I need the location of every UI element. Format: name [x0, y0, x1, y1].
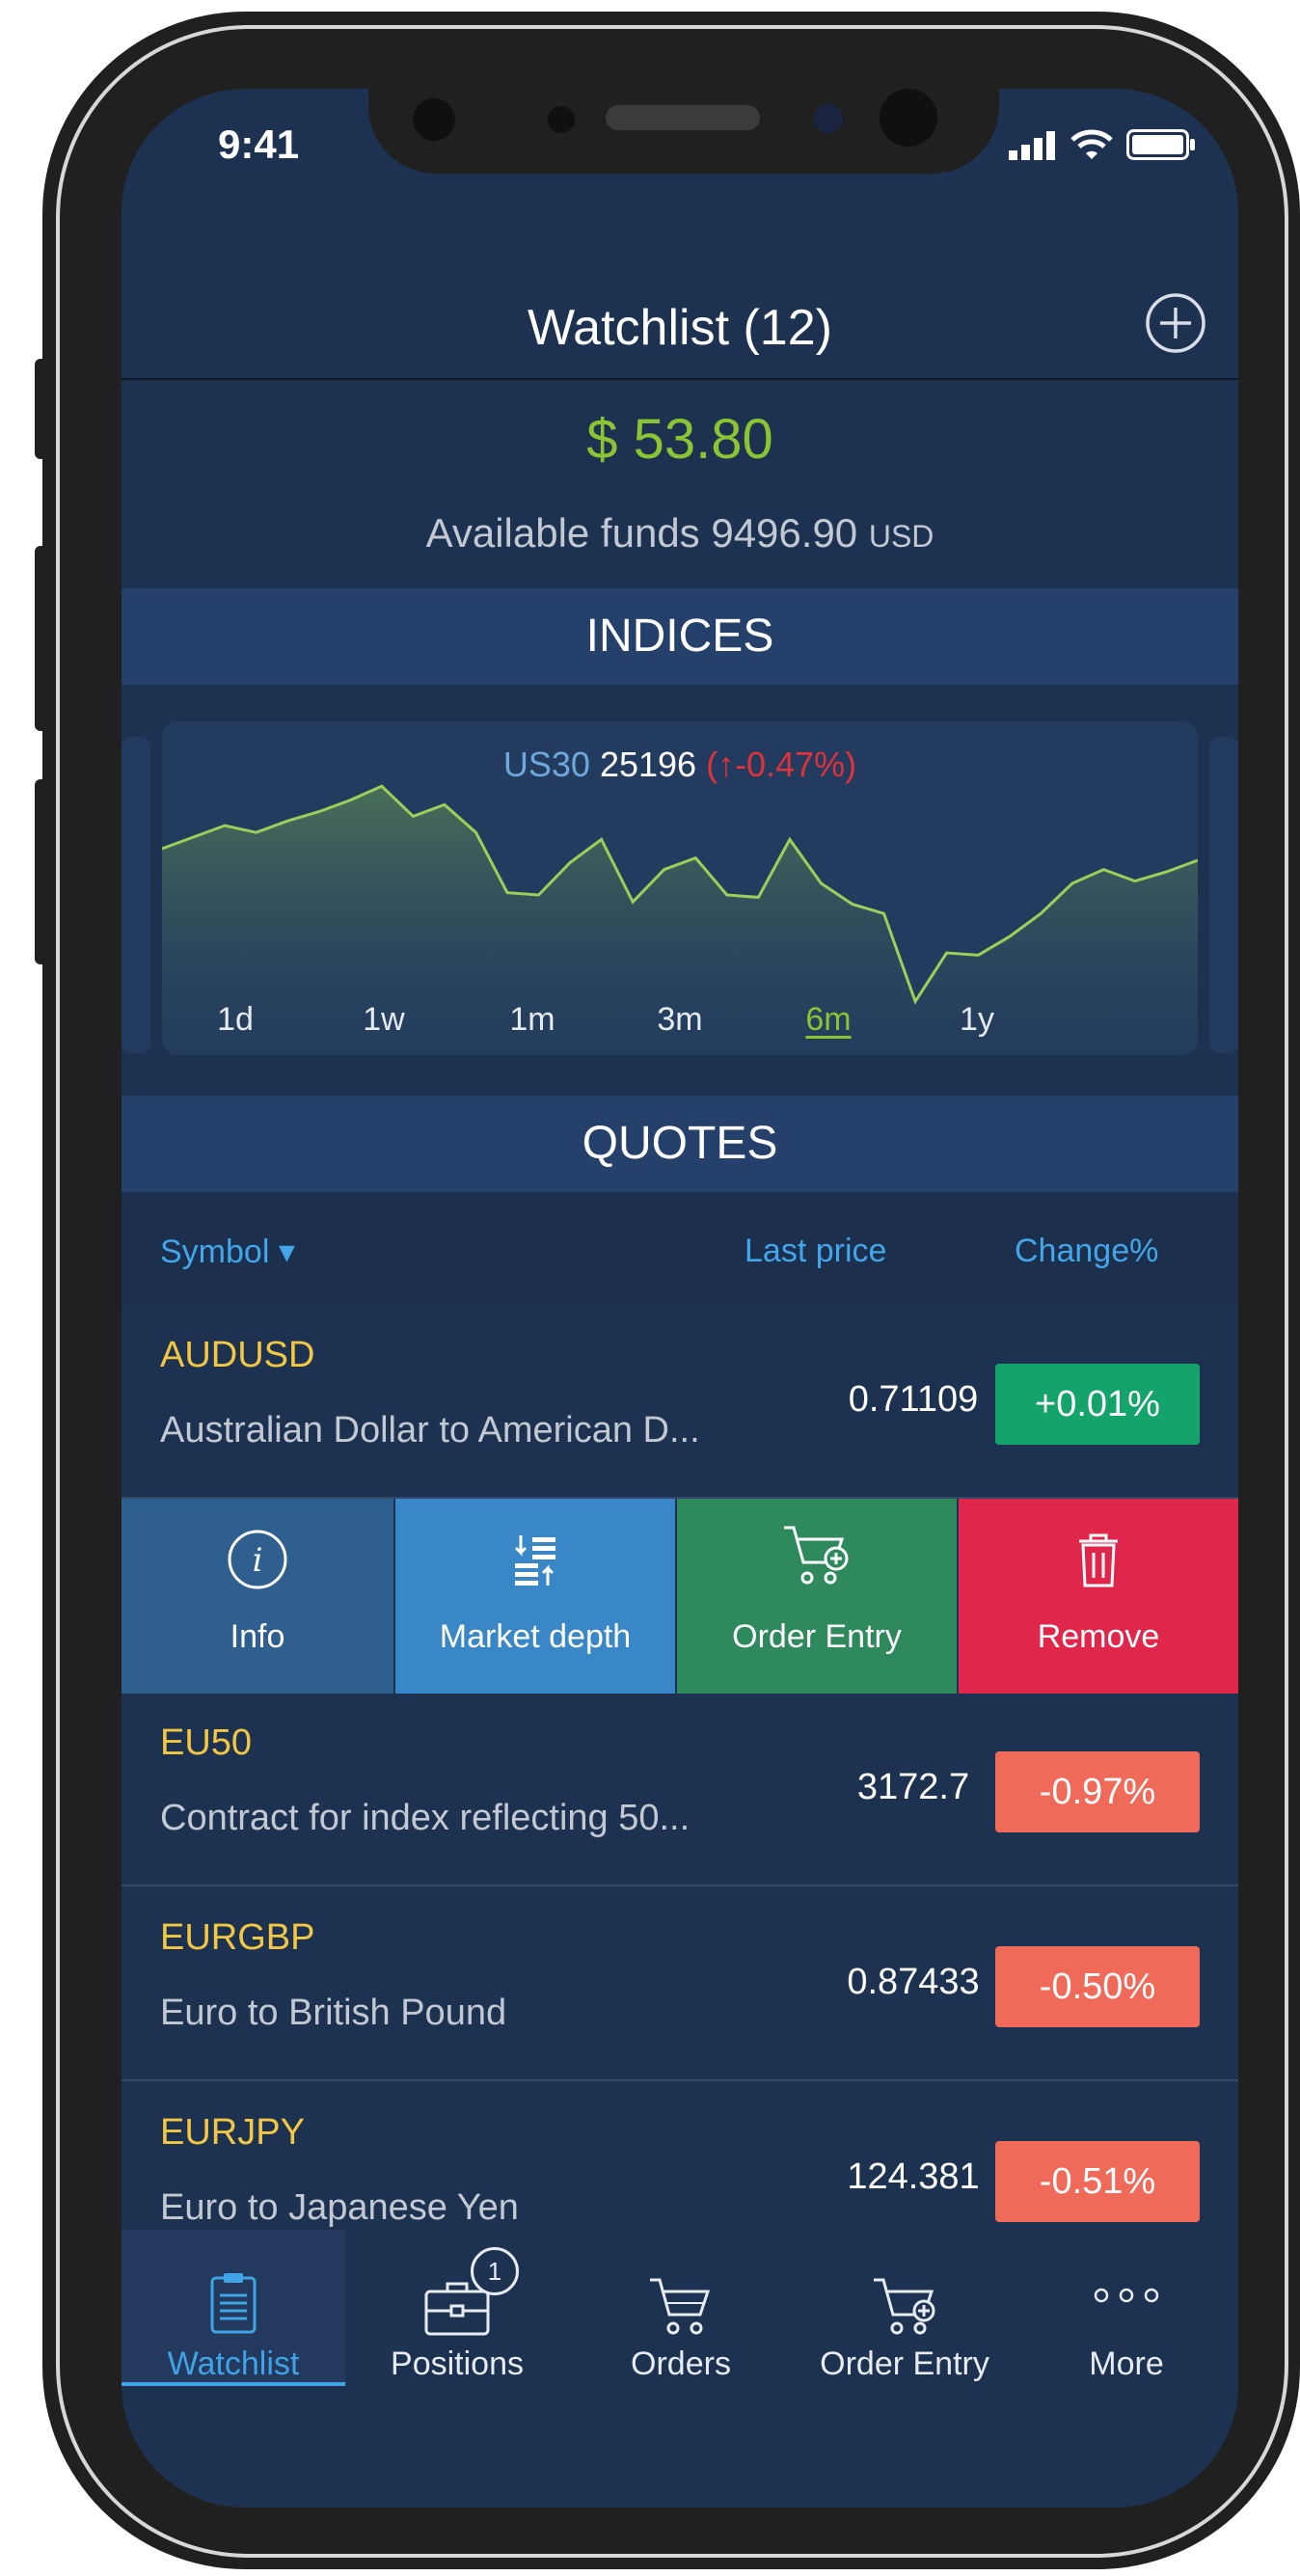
tab-more[interactable]: More	[1015, 2230, 1238, 2384]
volume-down-button	[35, 779, 50, 964]
app-screen: 9:41 Watchlist (12) $ 53.80 Available fu…	[122, 89, 1238, 2508]
info-action-button[interactable]: i Info	[122, 1499, 395, 1694]
tab-positions-label: Positions	[391, 2346, 524, 2382]
status-icons	[1009, 129, 1196, 160]
period-6m[interactable]: 6m	[805, 1001, 851, 1039]
quote-symbol: AUDUSD	[160, 1335, 315, 1375]
tab-orders[interactable]: Orders	[569, 2230, 793, 2384]
tab-orders-label: Orders	[631, 2346, 731, 2382]
order-entry-action-label: Order Entry	[732, 1618, 902, 1655]
status-time: 9:41	[218, 122, 300, 167]
signal-icon	[1009, 131, 1055, 160]
remove-action-button[interactable]: Remove	[959, 1499, 1238, 1694]
app-header: Watchlist (12)	[122, 291, 1238, 380]
previous-index-card[interactable]	[122, 737, 150, 1053]
quote-change-badge[interactable]: -0.50%	[995, 1946, 1200, 2027]
volume-up-button	[35, 546, 50, 731]
indices-section-header: INDICES	[122, 588, 1238, 685]
svg-text:i: i	[253, 1541, 263, 1580]
positions-count-badge: 1	[471, 2247, 519, 2295]
mute-switch	[35, 359, 50, 459]
sort-by-symbol[interactable]: Symbol ▾	[160, 1233, 295, 1271]
index-quote: US30 25196 (↑-0.47%)	[162, 745, 1198, 785]
quote-name: Australian Dollar to American D...	[160, 1410, 700, 1451]
tab-order-entry[interactable]: Order Entry	[793, 2230, 1016, 2384]
market-depth-action-label: Market depth	[439, 1618, 632, 1655]
account-balance: $ 53.80	[586, 408, 773, 471]
quote-symbol: EURGBP	[160, 1917, 315, 1958]
remove-action-label: Remove	[1037, 1618, 1160, 1655]
info-icon: i	[228, 1530, 287, 1589]
cart-plus-icon	[874, 2278, 935, 2335]
quotes-column-header: Symbol ▾ Last price Change%	[122, 1192, 1238, 1306]
next-index-card[interactable]	[1209, 737, 1238, 1053]
tab-more-label: More	[1089, 2346, 1164, 2382]
index-symbol: US30	[502, 745, 590, 784]
period-selector: 1d 1w 1m 3m 6m 1y	[162, 1001, 1198, 1040]
available-funds: Available funds 9496.90 USD	[122, 510, 1238, 556]
tab-order-entry-label: Order Entry	[820, 2346, 989, 2382]
row-swipe-actions: i Info Market depth Order Entry Remove	[122, 1499, 1238, 1694]
info-action-label: Info	[230, 1618, 285, 1655]
period-1m[interactable]: 1m	[509, 1001, 555, 1039]
trash-icon	[1079, 1533, 1118, 1587]
tab-watchlist[interactable]: Watchlist	[122, 2230, 345, 2386]
quote-symbol: EU50	[160, 1722, 253, 1763]
quote-change-badge[interactable]: -0.51%	[995, 2141, 1200, 2222]
quote-change-badge[interactable]: +0.01%	[995, 1364, 1200, 1445]
quote-row[interactable]: EURGBP Euro to British Pound 0.87433 -0.…	[122, 1888, 1238, 2081]
wifi-icon	[1070, 129, 1113, 159]
quotes-section-header: QUOTES	[122, 1096, 1238, 1192]
clipboard-icon	[210, 2273, 257, 2334]
available-funds-label: Available funds 9496.90	[425, 510, 858, 556]
index-change: (↑-0.47%)	[706, 745, 857, 784]
cart-icon	[650, 2278, 711, 2335]
quote-name: Euro to British Pound	[160, 1993, 507, 2033]
market-depth-icon	[514, 1535, 555, 1586]
more-dots-icon	[1094, 2288, 1159, 2303]
tab-watchlist-label: Watchlist	[167, 2346, 300, 2382]
period-1y[interactable]: 1y	[960, 1001, 994, 1039]
period-1d[interactable]: 1d	[217, 1001, 254, 1039]
funds-unit: USD	[868, 519, 934, 554]
battery-icon	[1126, 129, 1195, 160]
column-change-percent[interactable]: Change%	[1015, 1233, 1158, 1270]
period-3m[interactable]: 3m	[657, 1001, 702, 1039]
quote-symbol: EURJPY	[160, 2112, 305, 2153]
tab-positions[interactable]: 1 Positions	[345, 2230, 569, 2384]
column-last-price[interactable]: Last price	[745, 1233, 886, 1270]
quote-change-badge[interactable]: -0.97%	[995, 1751, 1200, 1832]
quote-name: Contract for index reflecting 50...	[160, 1798, 691, 1838]
period-1w[interactable]: 1w	[363, 1001, 404, 1039]
order-entry-action-button[interactable]: Order Entry	[677, 1499, 959, 1694]
page-title: Watchlist (12)	[528, 300, 832, 356]
quote-name: Euro to Japanese Yen	[160, 2187, 519, 2228]
cart-plus-icon	[784, 1526, 849, 1585]
quote-row[interactable]: EU50 Contract for index reflecting 50...…	[122, 1694, 1238, 1886]
index-price: 25196	[599, 745, 697, 784]
notch	[368, 89, 999, 174]
bottom-tab-bar: Watchlist 1 Positions Orders Order Entry…	[122, 2230, 1238, 2508]
index-chart-card[interactable]: US30 25196 (↑-0.47%) 1d 1w 1m 3m 6m 1y	[162, 721, 1198, 1055]
market-depth-action-button[interactable]: Market depth	[395, 1499, 677, 1694]
add-to-watchlist-icon[interactable]	[1144, 291, 1207, 355]
quote-row[interactable]: AUDUSD Australian Dollar to American D..…	[122, 1306, 1238, 1499]
